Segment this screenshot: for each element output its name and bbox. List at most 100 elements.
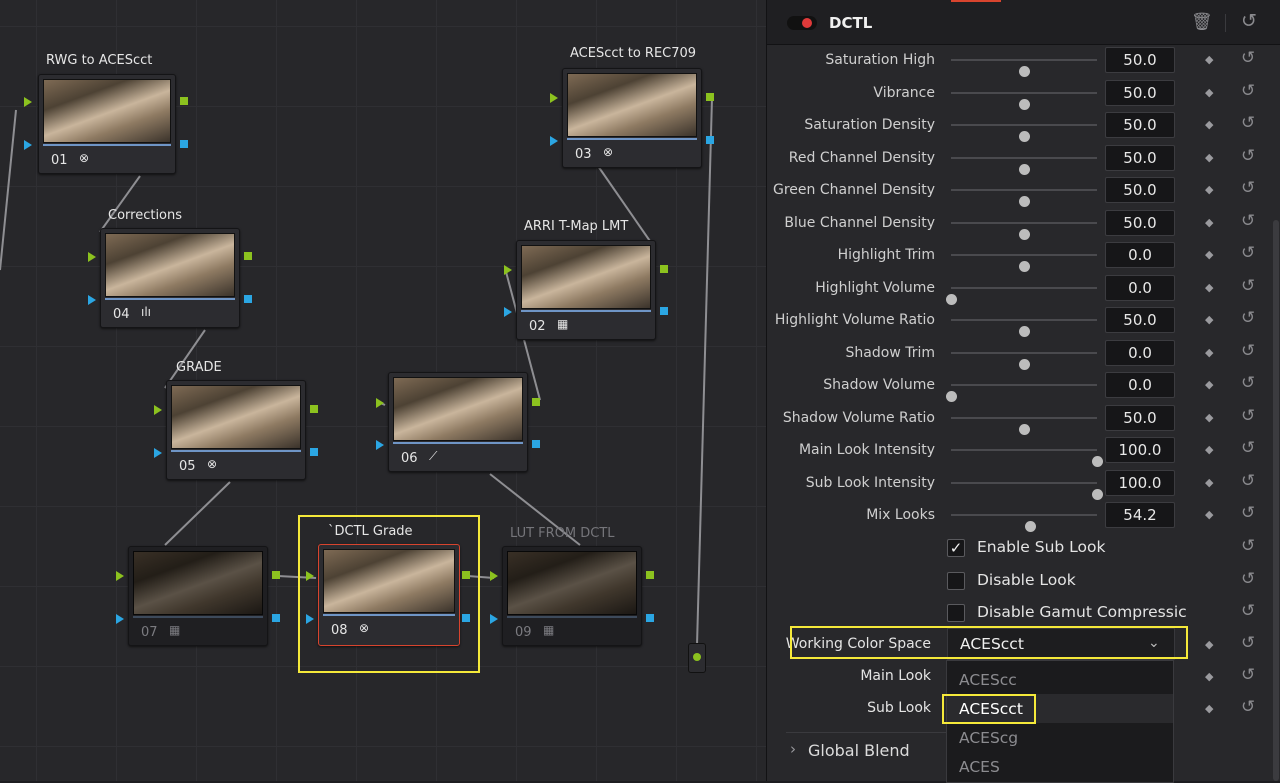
param-value-field[interactable]: 50.0 <box>1105 79 1175 106</box>
node-input-blue[interactable] <box>88 295 96 305</box>
param-value-field[interactable]: 50.0 <box>1105 144 1175 171</box>
reset-icon[interactable]: ↺ <box>1241 276 1255 296</box>
node-output-blue[interactable] <box>646 614 654 622</box>
checkbox[interactable] <box>947 572 965 590</box>
param-value-field[interactable]: 50.0 <box>1105 209 1175 236</box>
node-input-blue[interactable] <box>154 448 162 458</box>
node-input-blue[interactable] <box>306 614 314 624</box>
keyframe-icon[interactable]: ◆ <box>1205 508 1213 521</box>
node-output-blue[interactable] <box>532 440 540 448</box>
node-output-green[interactable] <box>310 405 318 413</box>
reset-all-icon[interactable]: ↺ <box>1241 10 1257 32</box>
keyframe-icon[interactable]: ◆ <box>1205 118 1213 131</box>
node-output-green[interactable] <box>660 265 668 273</box>
node-output-blue[interactable] <box>244 295 252 303</box>
node-output-green[interactable] <box>180 97 188 105</box>
dropdown-option[interactable]: ACEScc <box>947 665 1173 694</box>
reset-icon[interactable]: ↺ <box>1241 113 1255 133</box>
param-slider[interactable] <box>951 124 1097 142</box>
slider-handle[interactable] <box>1019 358 1030 370</box>
reset-icon[interactable]: ↺ <box>1241 569 1255 589</box>
keyframe-icon[interactable]: ◆ <box>1205 313 1213 326</box>
panel-scrollbar[interactable] <box>1273 220 1279 781</box>
node-09[interactable]: 09 ▦ <box>502 546 642 646</box>
slider-handle[interactable] <box>1019 163 1030 175</box>
param-slider[interactable] <box>951 156 1097 175</box>
node-output-green[interactable] <box>646 571 654 579</box>
keyframe-icon[interactable]: ◆ <box>1205 151 1213 164</box>
slider-handle[interactable] <box>1019 261 1030 272</box>
keyframe-icon[interactable]: ◆ <box>1205 346 1213 359</box>
slider-handle[interactable] <box>946 391 957 402</box>
param-value-field[interactable]: 50.0 <box>1105 307 1175 333</box>
node-02[interactable]: 02 ▦ <box>516 240 656 340</box>
node-input-green[interactable] <box>504 265 512 275</box>
node-input-green[interactable] <box>376 398 384 408</box>
reset-icon[interactable]: ↺ <box>1241 697 1255 717</box>
node-output-green[interactable] <box>532 398 540 406</box>
checkbox[interactable]: ✓ <box>947 539 965 557</box>
trash-icon[interactable]: 🗑 <box>1191 12 1213 32</box>
node-08[interactable]: 08 ⊗ <box>318 544 460 646</box>
node-input-blue[interactable] <box>24 140 32 150</box>
param-value-field[interactable]: 50.0 <box>1105 404 1175 431</box>
dropdown-option[interactable]: ACEScg <box>947 723 1173 752</box>
param-value-field[interactable]: 0.0 <box>1105 274 1175 301</box>
slider-handle[interactable] <box>1019 131 1030 142</box>
keyframe-icon[interactable]: ◆ <box>1205 216 1213 229</box>
reset-icon[interactable]: ↺ <box>1241 406 1255 426</box>
reset-icon[interactable]: ↺ <box>1241 81 1255 101</box>
node-input-blue[interactable] <box>376 440 384 450</box>
node-input-green[interactable] <box>116 571 124 581</box>
output-node[interactable] <box>688 643 706 673</box>
param-slider[interactable] <box>946 384 1097 402</box>
param-slider[interactable] <box>951 221 1097 240</box>
node-output-blue[interactable] <box>462 614 470 622</box>
param-value-field[interactable]: 50.0 <box>1105 177 1175 203</box>
keyframe-icon[interactable]: ◆ <box>1205 702 1213 715</box>
reset-icon[interactable]: ↺ <box>1241 536 1255 556</box>
reset-icon[interactable]: ↺ <box>1241 373 1255 393</box>
keyframe-icon[interactable]: ◆ <box>1205 638 1213 651</box>
node-input-green[interactable] <box>490 571 498 581</box>
node-graph-canvas[interactable]: RWG to ACEScct 01 ⊗ Corrections 04 ılı G… <box>0 0 766 781</box>
node-input-green[interactable] <box>88 252 96 262</box>
reset-icon[interactable]: ↺ <box>1241 471 1255 491</box>
slider-handle[interactable] <box>1019 66 1030 77</box>
node-input-blue[interactable] <box>490 614 498 624</box>
slider-handle[interactable] <box>1019 98 1030 110</box>
dropdown-option[interactable]: ACES <box>947 752 1173 781</box>
keyframe-icon[interactable]: ◆ <box>1205 670 1213 683</box>
keyframe-icon[interactable]: ◆ <box>1205 86 1213 99</box>
param-slider[interactable] <box>951 351 1097 370</box>
node-input-blue[interactable] <box>550 136 558 146</box>
reset-icon[interactable]: ↺ <box>1241 146 1255 166</box>
keyframe-icon[interactable]: ◆ <box>1205 53 1213 66</box>
param-slider[interactable] <box>951 481 1103 500</box>
reset-icon[interactable]: ↺ <box>1241 243 1255 263</box>
node-output-blue[interactable] <box>660 307 668 315</box>
node-input-green[interactable] <box>24 97 32 107</box>
node-04[interactable]: 04 ılı <box>100 228 240 328</box>
node-input-green[interactable] <box>306 571 314 581</box>
keyframe-icon[interactable]: ◆ <box>1205 183 1213 196</box>
node-input-green[interactable] <box>550 93 558 103</box>
param-value-field[interactable]: 50.0 <box>1105 112 1175 138</box>
keyframe-icon[interactable]: ◆ <box>1205 443 1213 456</box>
param-slider[interactable] <box>951 514 1097 532</box>
reset-icon[interactable]: ↺ <box>1241 665 1255 685</box>
param-slider[interactable] <box>951 91 1097 110</box>
slider-handle[interactable] <box>1019 423 1030 435</box>
slider-handle[interactable] <box>1019 326 1030 337</box>
node-input-blue[interactable] <box>504 307 512 317</box>
node-output-blue[interactable] <box>272 614 280 622</box>
node-05[interactable]: 05 ⊗ <box>166 380 306 480</box>
reset-icon[interactable]: ↺ <box>1241 178 1255 198</box>
node-output-blue[interactable] <box>706 136 714 144</box>
keyframe-icon[interactable]: ◆ <box>1205 248 1213 261</box>
node-input-blue[interactable] <box>116 614 124 624</box>
param-value-field[interactable]: 100.0 <box>1105 469 1175 496</box>
param-value-field[interactable]: 0.0 <box>1105 339 1175 366</box>
node-output-blue[interactable] <box>180 140 188 148</box>
param-value-field[interactable]: 54.2 <box>1105 502 1175 528</box>
